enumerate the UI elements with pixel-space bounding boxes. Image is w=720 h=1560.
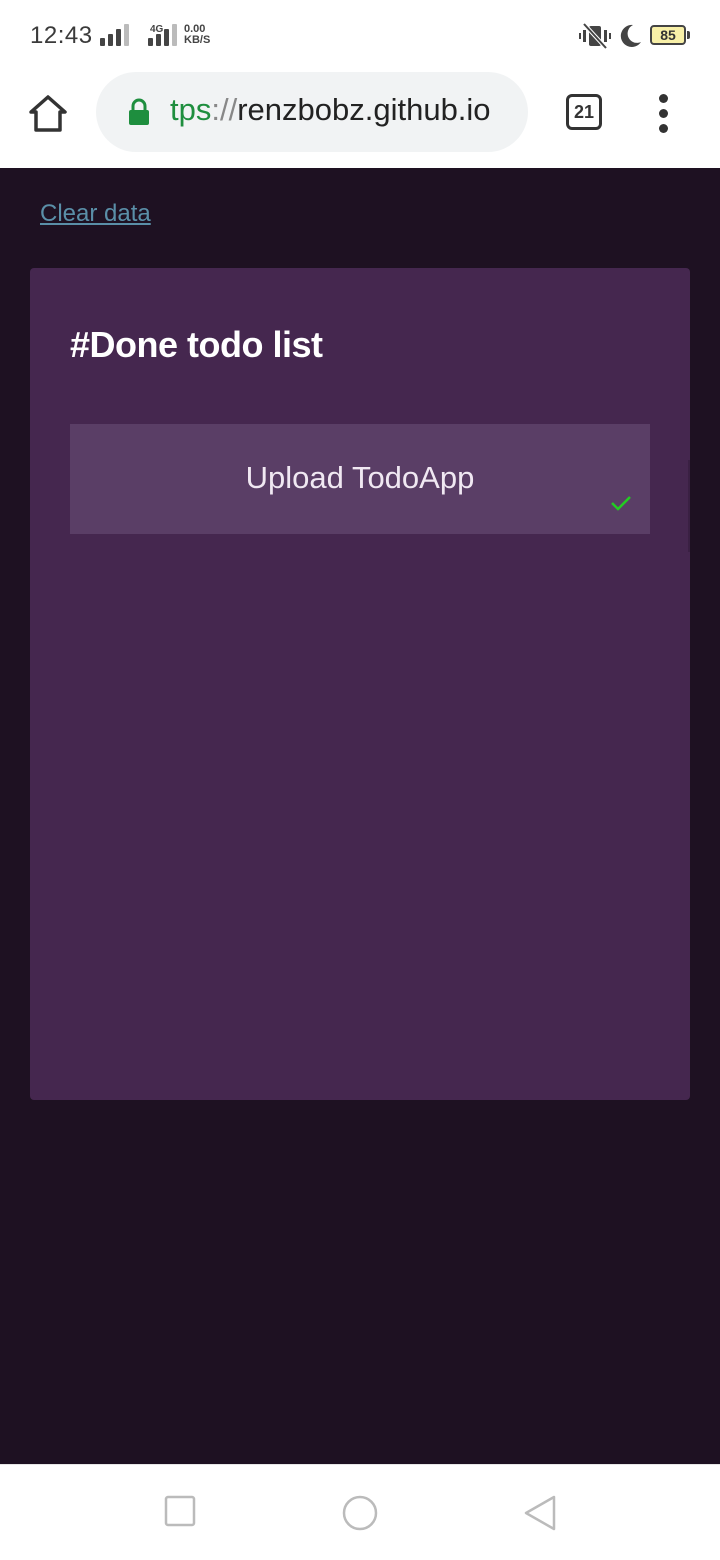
url-scheme: tps — [170, 92, 212, 127]
url-host: renzbobz.github.io — [237, 92, 491, 127]
todo-item-text: Upload TodoApp — [245, 460, 475, 495]
status-bar: 12:43 4G 0.00 KB/S 85 — [0, 0, 720, 72]
clear-data-link[interactable]: Clear data — [40, 200, 151, 228]
check-icon[interactable] — [610, 494, 632, 512]
moon-icon — [620, 24, 641, 47]
network-speed: 0.00 KB/S — [184, 24, 210, 46]
card-title: #Done todo list — [70, 324, 323, 365]
system-navigation-bar — [0, 1464, 720, 1560]
browser-toolbar: tps://renzbobz.github.io 21 — [0, 72, 720, 168]
status-time: 12:43 — [30, 22, 93, 49]
circle-icon[interactable] — [340, 1495, 380, 1535]
done-todo-card: #Done todo list Upload TodoApp — [30, 268, 690, 1100]
tab-switcher-button[interactable]: 21 — [566, 94, 602, 130]
battery-icon: 85 — [650, 25, 686, 45]
url-text[interactable]: tps://renzbobz.github.io — [170, 92, 491, 128]
triangle-back-icon[interactable] — [522, 1495, 558, 1531]
square-icon[interactable] — [164, 1495, 196, 1527]
battery-tip — [687, 31, 690, 39]
todo-item[interactable]: Upload TodoApp — [70, 424, 650, 534]
url-bar[interactable]: tps://renzbobz.github.io — [96, 72, 528, 152]
speed-unit: KB/S — [184, 34, 211, 46]
more-vert-icon[interactable] — [654, 92, 674, 136]
page-content: Clear data #Done todo list Upload TodoAp… — [0, 168, 720, 1464]
lock-icon — [129, 98, 149, 125]
item-edge-shadow — [688, 460, 690, 552]
vibrate-icon — [579, 22, 611, 50]
home-icon[interactable] — [26, 92, 70, 136]
url-separator: :// — [211, 92, 238, 127]
